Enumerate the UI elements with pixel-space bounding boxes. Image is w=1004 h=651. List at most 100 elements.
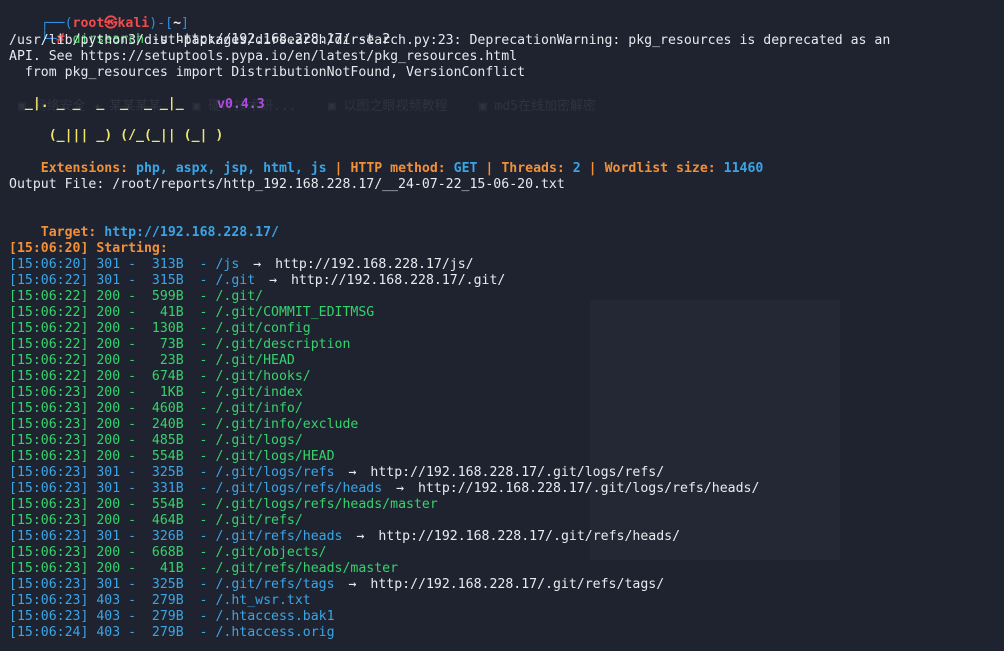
result-path: /.git/refs/heads/master (215, 561, 399, 576)
result-time: [15:06:22] (9, 289, 97, 304)
config-separator: | (580, 161, 605, 176)
extensions-label: Extensions: (40, 161, 137, 176)
result-row: [15:06:22] 200 - 73B - /.git/description (9, 337, 350, 353)
warning-line-3: from pkg_resources import DistributionNo… (9, 65, 526, 80)
result-size: 279B - (143, 609, 216, 624)
result-time: [15:06:23] (9, 401, 97, 416)
wordlist-label: Wordlist size: (604, 161, 724, 176)
warning-line-1: /usr/lib/python3/dist-packages/dirsearch… (9, 33, 891, 48)
result-path: /.git/index (215, 385, 303, 400)
result-size: 554B - (143, 449, 216, 464)
result-redirect-url: http://192.168.228.17/.git/refs/tags/ (370, 577, 665, 592)
config-line: Extensions: php, aspx, jsp, html, js | H… (9, 145, 764, 176)
result-status-code: 301 - (96, 273, 144, 288)
result-path: /.git/hooks/ (215, 369, 311, 384)
result-time: [15:06:23] (9, 449, 97, 464)
result-time: [15:06:24] (9, 625, 97, 640)
result-row: [15:06:22] 200 - 130B - /.git/config (9, 321, 311, 337)
result-row: [15:06:22] 200 - 41B - /.git/COMMIT_EDIT… (9, 305, 374, 321)
result-row: [15:06:23] 301 - 325B - /.git/refs/tags … (9, 577, 664, 593)
result-time: [15:06:23] (9, 497, 97, 512)
result-row: [15:06:23] 301 - 326B - /.git/refs/heads… (9, 529, 680, 545)
result-size: 464B - (143, 513, 216, 528)
result-size: 674B - (143, 369, 216, 384)
result-path: /.htaccess.orig (215, 625, 335, 640)
result-status-code: 301 - (96, 257, 144, 272)
result-status-code: 200 - (96, 305, 144, 320)
result-status-code: 301 - (96, 529, 144, 544)
result-time: [15:06:23] (9, 481, 97, 496)
result-status-code: 200 - (96, 289, 144, 304)
result-status-code: 200 - (96, 417, 144, 432)
config-separator: | (326, 161, 351, 176)
result-status-code: 200 - (96, 513, 144, 528)
result-size: 240B - (143, 417, 216, 432)
result-time: [15:06:23] (9, 513, 97, 528)
result-redirect-url: http://192.168.228.17/.git/logs/refs/ (370, 465, 665, 480)
result-path: /.git/objects/ (215, 545, 327, 560)
extensions-value: php, aspx, jsp, html, js (136, 161, 327, 176)
result-path: /.git/info/ (215, 401, 303, 416)
result-row: [15:06:23] 200 - 485B - /.git/logs/ (9, 433, 303, 449)
result-size: 1KB - (143, 385, 216, 400)
output-file-line: Output File: /root/reports/http_192.168.… (9, 177, 565, 192)
result-size: 313B - (143, 257, 216, 272)
result-redirect-url: http://192.168.228.17/.git/refs/heads/ (378, 529, 681, 544)
result-size: 279B - (143, 593, 216, 608)
result-size: 460B - (143, 401, 216, 416)
result-status-code: 200 - (96, 545, 144, 560)
result-path: /.ht_wsr.txt (215, 593, 311, 608)
result-path: /.git/HEAD (215, 353, 295, 368)
result-row: [15:06:20] 301 - 313B - /js → http://192… (9, 257, 474, 273)
result-size: 130B - (143, 321, 216, 336)
result-time: [15:06:23] (9, 545, 97, 560)
result-time: [15:06:23] (9, 433, 97, 448)
terminal-window[interactable]: ┌──(root㉿kali)-[~] └─# dirsearch -u http… (0, 0, 1004, 651)
result-size: 668B - (143, 545, 216, 560)
result-size: 73B - (143, 337, 216, 352)
result-size: 554B - (143, 497, 216, 512)
result-path: /.git/logs/refs/heads (215, 481, 383, 496)
result-size: 599B - (143, 289, 216, 304)
result-row: [15:06:22] 200 - 23B - /.git/HEAD (9, 353, 295, 369)
result-status-code: 200 - (96, 353, 144, 368)
result-status-code: 200 - (96, 561, 144, 576)
result-time: [15:06:23] (9, 561, 97, 576)
result-size: 279B - (143, 625, 216, 640)
result-time: [15:06:20] (9, 257, 97, 272)
result-time: [15:06:22] (9, 321, 97, 336)
result-size: 325B - (143, 465, 216, 480)
result-row: [15:06:23] 200 - 1KB - /.git/index (9, 385, 303, 401)
result-size: 485B - (143, 433, 216, 448)
result-status-code: 200 - (96, 385, 144, 400)
result-row: [15:06:23] 200 - 554B - /.git/logs/HEAD (9, 449, 335, 465)
result-row: [15:06:22] 200 - 599B - /.git/ (9, 289, 263, 305)
redirect-arrow-icon: → (340, 577, 365, 592)
result-status-code: 403 - (96, 625, 144, 640)
result-status-code: 403 - (96, 609, 144, 624)
redirect-arrow-icon: → (388, 481, 413, 496)
result-path: /.git/refs/tags (215, 577, 335, 592)
result-size: 23B - (143, 353, 216, 368)
result-time: [15:06:22] (9, 353, 97, 368)
result-path: /.git/refs/heads (215, 529, 343, 544)
result-size: 41B - (143, 305, 216, 320)
result-path: /.git/ (215, 289, 264, 304)
result-row: [15:06:22] 301 - 315B - /.git → http://1… (9, 273, 505, 289)
result-path: /.git/refs/ (215, 513, 303, 528)
result-size: 41B - (143, 561, 216, 576)
result-redirect-url: http://192.168.228.17/.git/ (290, 273, 506, 288)
result-path: /.git (215, 273, 256, 288)
result-redirect-url: http://192.168.228.17/.git/logs/refs/hea… (418, 481, 760, 496)
threads-value: 2 (572, 161, 581, 176)
result-path: /.git/config (215, 321, 311, 336)
result-size: 331B - (143, 481, 216, 496)
banner-version: v0.4.3 (217, 97, 265, 112)
redirect-arrow-icon: → (245, 257, 270, 272)
result-status-code: 200 - (96, 369, 144, 384)
threads-label: Threads: (501, 161, 573, 176)
result-time: [15:06:23] (9, 465, 97, 480)
result-status-code: 403 - (96, 593, 144, 608)
redirect-arrow-icon: → (261, 273, 285, 288)
result-row: [15:06:23] 200 - 460B - /.git/info/ (9, 401, 303, 417)
